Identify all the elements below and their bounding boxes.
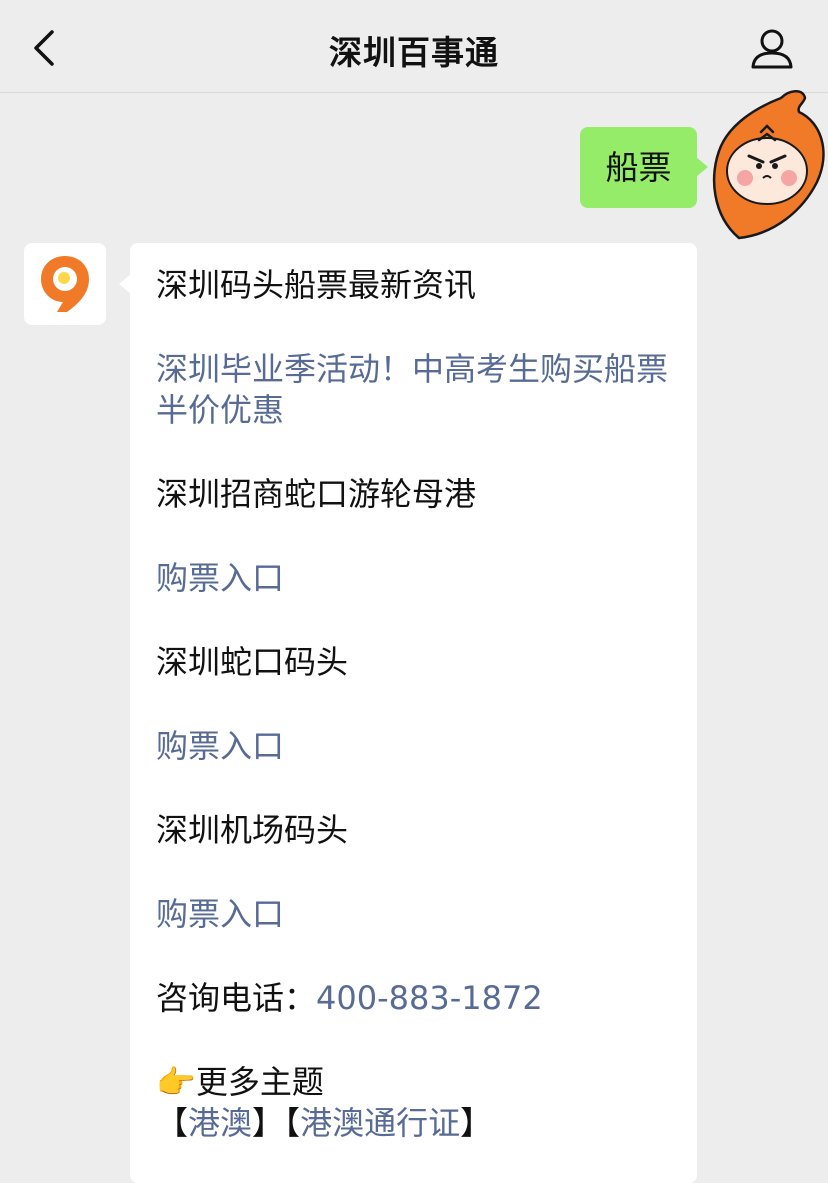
topic-link-hk-macau[interactable]: 港澳: [188, 1104, 252, 1142]
section-title: 深圳机场码头: [156, 811, 349, 849]
reply-heading: 深圳码头船票最新资讯: [156, 266, 477, 304]
profile-button[interactable]: [750, 28, 794, 70]
account-avatar[interactable]: [24, 243, 106, 325]
page-title: 深圳百事通: [329, 33, 499, 72]
bracket-open: 【: [284, 1104, 301, 1142]
topic-link-permit[interactable]: 港澳通行证: [300, 1104, 460, 1142]
phone-row: 咨询电话：400-883-1872: [156, 978, 686, 1019]
phone-number-link[interactable]: 400-883-1872: [316, 979, 543, 1017]
bracket-close: 】: [460, 1104, 493, 1142]
person-icon: [751, 29, 793, 69]
more-topics-row: 👉更多主题: [156, 1062, 686, 1103]
more-topics-label: 更多主题: [195, 1063, 324, 1101]
top-bar: 深圳百事通: [0, 0, 828, 93]
pointing-hand-icon: 👉: [156, 1063, 196, 1101]
buy-ticket-link[interactable]: 购票入口: [156, 894, 686, 935]
section-title: 深圳招商蛇口游轮母港: [156, 475, 477, 513]
cartoon-avatar-icon: [712, 90, 825, 240]
promo-link[interactable]: 深圳毕业季活动！中高考生购买船票半价优惠: [156, 349, 686, 431]
section-title: 深圳蛇口码头: [156, 643, 349, 681]
outgoing-message[interactable]: 船票: [580, 127, 708, 208]
user-avatar[interactable]: [703, 86, 828, 244]
location-pin-logo-icon: [41, 256, 89, 312]
bubble-tail: [119, 274, 131, 294]
buy-ticket-link[interactable]: 购票入口: [156, 558, 686, 599]
phone-label: 咨询电话：: [156, 979, 317, 1017]
bracket-open: 【: [156, 1104, 189, 1142]
bracket-close: 】: [252, 1104, 285, 1142]
incoming-message: 深圳码头船票最新资讯 深圳毕业季活动！中高考生购买船票半价优惠 深圳招商蛇口游轮…: [119, 243, 697, 1183]
topics-row: 【港澳】【港澳通行证】: [156, 1103, 686, 1144]
outgoing-message-text: 船票: [605, 148, 672, 187]
buy-ticket-link[interactable]: 购票入口: [156, 726, 686, 767]
